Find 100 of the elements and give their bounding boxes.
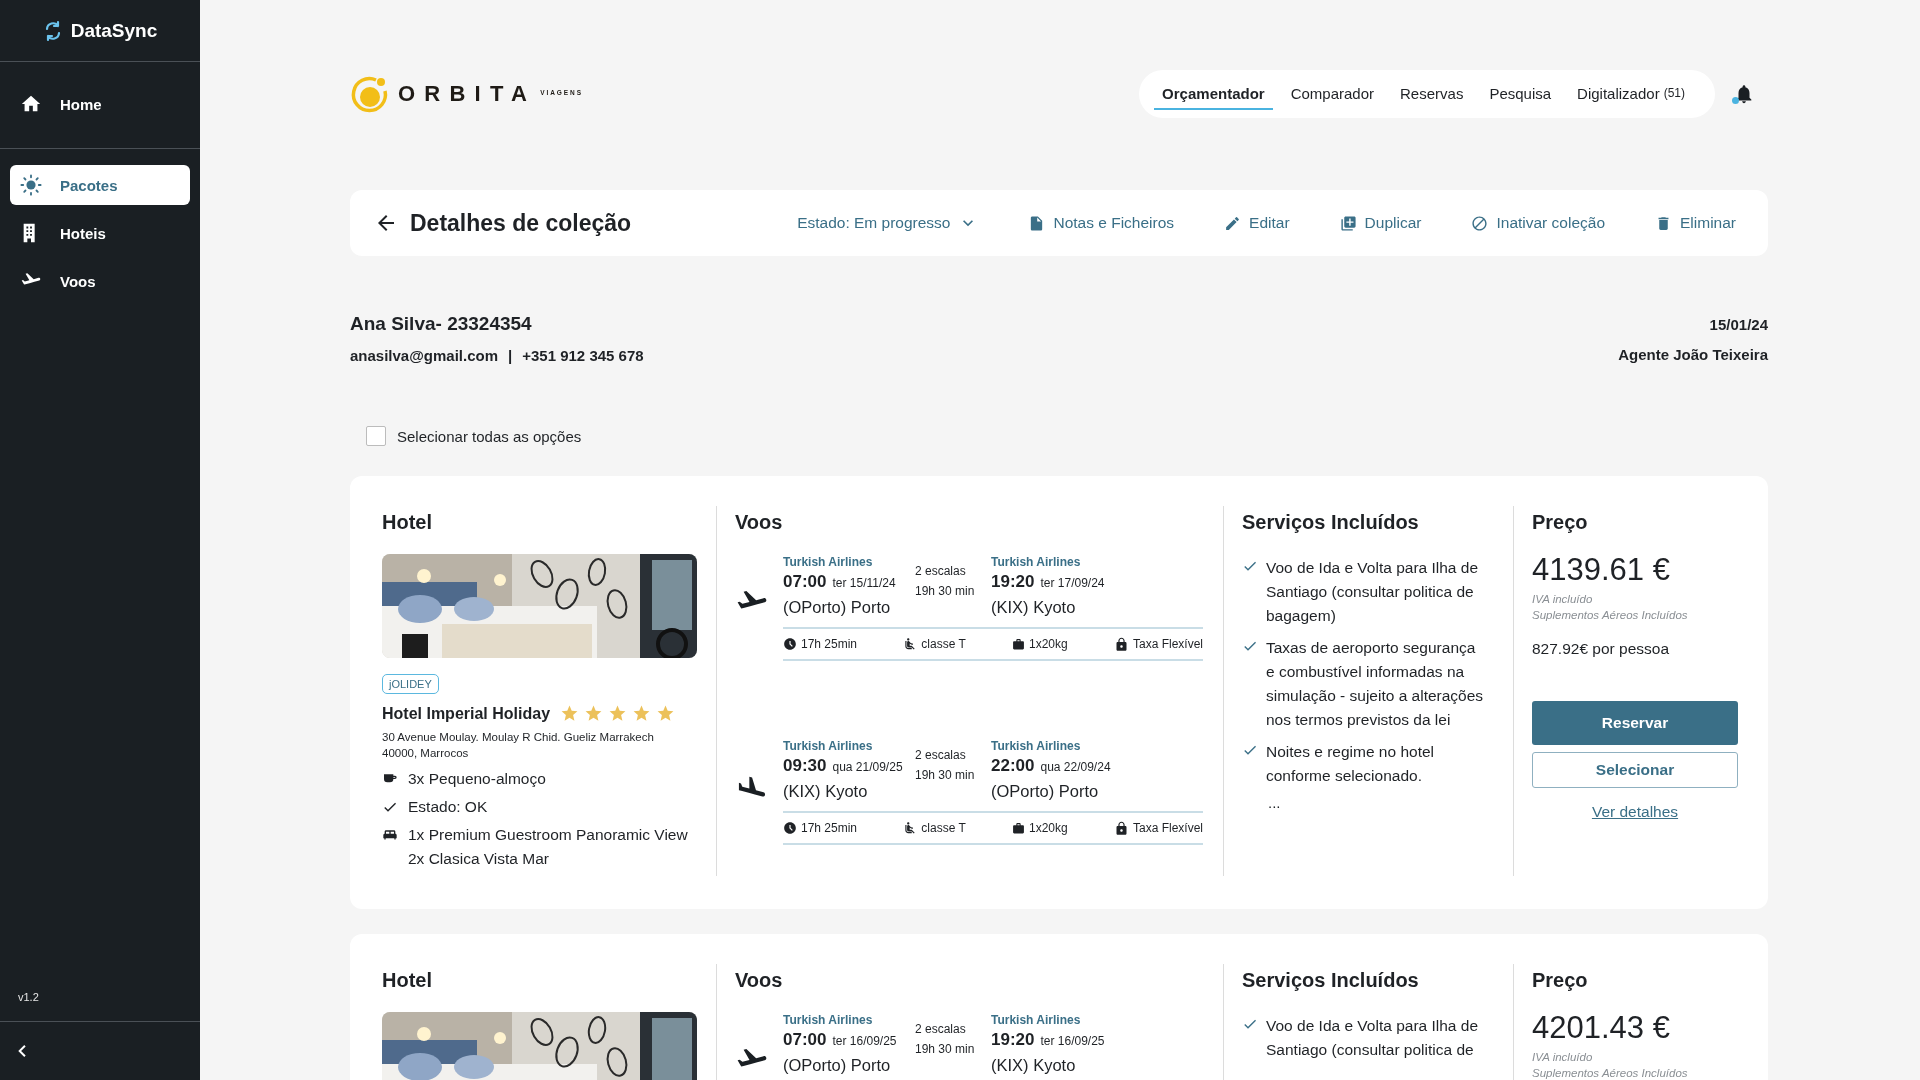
hotel-name: Hotel Imperial Holiday: [382, 704, 551, 723]
details-link[interactable]: Ver detalhes: [1591, 803, 1679, 821]
section-heading: Serviços Incluídos: [1242, 510, 1420, 534]
sidebar-item[interactable]: Voos: [10, 261, 190, 301]
stops-count: 2 escalas: [915, 1022, 967, 1036]
duplicate-icon: [1339, 214, 1357, 232]
collapse-icon: [18, 1045, 26, 1057]
service-item: Noites e regime no hotel conforme selecionado.: [1266, 742, 1435, 786]
version-label: v1.2: [17, 991, 40, 1005]
airline-name: Turkish Airlines: [783, 1012, 874, 1028]
price-note: IVA incluído: [1532, 1050, 1594, 1064]
section-heading: Hotel: [382, 968, 433, 992]
flight-date: qua 22/09/24: [1040, 760, 1111, 774]
price-note: IVA incluído: [1532, 592, 1594, 606]
airport-name: (KIX) Kyoto: [991, 1056, 1077, 1075]
flight-time: 19:20: [991, 1030, 1035, 1050]
toolbar-action[interactable]: Editar: [1224, 214, 1290, 232]
hotel-feature: Estado: OK: [408, 797, 488, 817]
nav-tab[interactable]: Orçamentador: [1154, 78, 1273, 110]
section-heading: Hotel: [382, 510, 433, 534]
star-icon: [560, 704, 580, 723]
baggage-allowance: 1x20kg: [1029, 821, 1068, 835]
sidebar-item[interactable]: Pacotes: [10, 165, 190, 205]
status-dropdown[interactable]: Estado: Em progresso: [797, 213, 979, 233]
logo-wordmark: ORBITA: [398, 81, 537, 107]
fare-type: Taxa Flexível: [1132, 637, 1203, 651]
collection-date: 15/01/24: [1709, 315, 1768, 333]
section-heading: Voos: [735, 510, 784, 534]
section-heading: Serviços Incluídos: [1242, 968, 1420, 992]
flight-time: 19:20: [991, 572, 1035, 592]
brand-name: DataSync: [70, 19, 158, 42]
price-note: Suplementos Aéreos Incluídos: [1532, 608, 1689, 622]
toolbar-action[interactable]: Notas e Ficheiros: [1028, 214, 1175, 232]
airport-name: (KIX) Kyoto: [783, 782, 869, 801]
airport-name: (KIX) Kyoto: [991, 598, 1077, 617]
briefcase-icon: [1012, 637, 1025, 651]
flight-date: ter 16/09/25: [832, 1034, 897, 1048]
select-button[interactable]: Selecionar: [1532, 752, 1738, 788]
nav-tab[interactable]: Comparador: [1282, 78, 1383, 110]
prohibited-icon: [1471, 214, 1489, 232]
sun-icon: [20, 174, 42, 196]
airline-name: Turkish Airlines: [991, 1012, 1082, 1028]
nav-tab[interactable]: Digitalizador (51): [1569, 78, 1693, 110]
flight-time: 22:00: [991, 756, 1035, 776]
toolbar-action[interactable]: Inativar coleção: [1471, 214, 1605, 232]
airline-name: Turkish Airlines: [991, 738, 1082, 754]
service-item: Taxas de aeroporto segurança e combustível informadas na simulação - sujeito a alterações nos termos previstos da lei: [1266, 638, 1485, 730]
cabin-class: classe T: [921, 821, 966, 835]
star-icon: [608, 704, 628, 723]
select-all-checkbox[interactable]: [366, 426, 386, 446]
section-heading: Preço: [1532, 968, 1589, 992]
hotel-feature: 2x Clasica Vista Mar: [408, 849, 550, 869]
sidebar-item[interactable]: Home: [10, 84, 190, 124]
nav-tab[interactable]: Pesquisa: [1481, 78, 1560, 110]
airport-name: (OPorto) Porto: [991, 782, 1100, 801]
fare-type: Taxa Flexível: [1132, 821, 1203, 835]
flight-duration: 19h 30 min: [915, 768, 976, 782]
reserve-button[interactable]: Reservar: [1532, 701, 1738, 745]
flight-date: qua 21/09/25: [832, 760, 903, 774]
hotel-feature: 1x Premium Guestroom Panoramic View: [408, 825, 688, 845]
flight-duration: 19h 30 min: [915, 584, 976, 598]
service-item: Voo de Ida e Volta para Ilha de Santiago (consultar politica de bagagem): [1266, 558, 1479, 626]
section-heading: Voos: [735, 968, 784, 992]
nav-tab[interactable]: Reservas: [1392, 78, 1472, 110]
star-icon: [632, 704, 652, 723]
airport-name: (OPorto) Porto: [783, 1056, 892, 1075]
separator-text: |: [508, 347, 513, 364]
star-icon: [656, 704, 676, 723]
price-note: Suplementos Aéreos Incluídos: [1532, 1066, 1689, 1080]
stops-count: 2 escalas: [915, 748, 967, 762]
flight-time: 07:00: [783, 1030, 827, 1050]
client-phone: +351 912 345 678: [522, 347, 644, 364]
stops-count: 2 escalas: [915, 564, 967, 578]
client-email: anasilva@gmail.com: [350, 347, 499, 364]
airport-name: (OPorto) Porto: [783, 598, 892, 617]
sidebar-item[interactable]: Hoteis: [10, 213, 190, 253]
briefcase-icon: [1012, 821, 1025, 835]
section-heading: Preço: [1532, 510, 1589, 534]
airline-name: Turkish Airlines: [783, 738, 874, 754]
hotel-feature: 3x Pequeno-almoço: [408, 769, 546, 789]
toolbar-action[interactable]: Duplicar: [1339, 214, 1422, 232]
flight-time: 09:30: [783, 756, 827, 776]
flight-date: ter 17/09/24: [1040, 576, 1105, 590]
total-price: 4139.61 €: [1532, 552, 1671, 588]
flight-date: ter 16/09/25: [1040, 1034, 1105, 1048]
more-ellipsis: ...: [1267, 794, 1282, 811]
hotel-address: 30 Avenue Moulay. Moulay R Chid. Gueliz Marrakech 40000, Marrocos: [382, 730, 655, 761]
flight-date: ter 15/11/24: [832, 576, 896, 590]
travel-time: 17h 25min: [801, 637, 858, 651]
flight-duration: 19h 30 min: [915, 1042, 976, 1056]
pencil-icon: [1224, 214, 1242, 232]
agent-name: Agente João Teixeira: [1618, 345, 1768, 363]
cabin-class: classe T: [921, 637, 966, 651]
clock-icon: [783, 821, 797, 835]
orbit-logo-icon: [350, 74, 390, 114]
clock-icon: [783, 637, 797, 651]
toolbar-action[interactable]: Eliminar: [1655, 214, 1736, 232]
client-name: Ana Silva- 23324354: [350, 313, 533, 335]
flight-time: 07:00: [783, 572, 827, 592]
page-title: Detalhes de coleção: [410, 209, 633, 237]
